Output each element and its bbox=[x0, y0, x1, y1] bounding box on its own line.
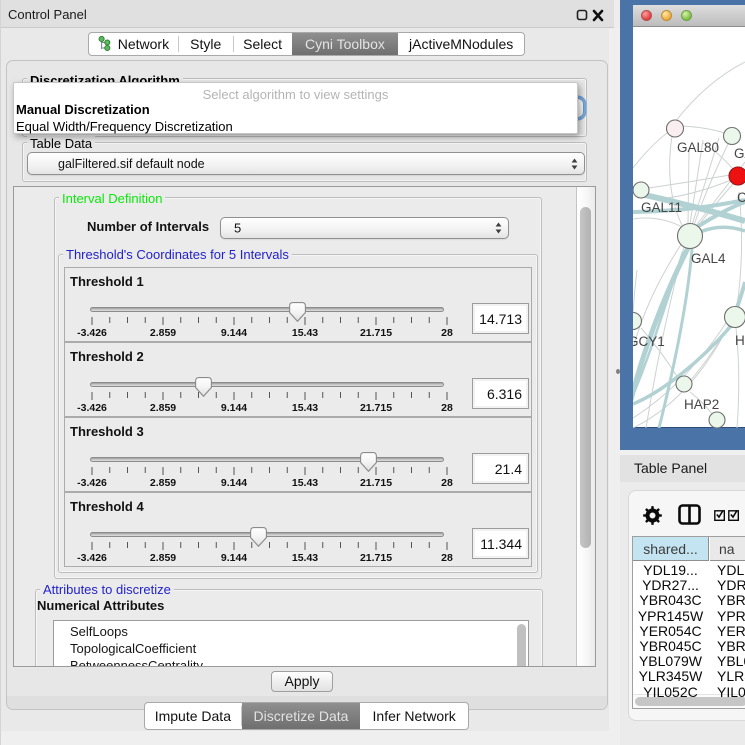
svg-text:15.43: 15.43 bbox=[292, 327, 318, 339]
svg-text:9.144: 9.144 bbox=[221, 552, 247, 564]
svg-text:2.859: 2.859 bbox=[150, 327, 176, 339]
svg-text:21.715: 21.715 bbox=[360, 327, 392, 339]
svg-text:HI: HI bbox=[735, 333, 745, 348]
svg-text:9.144: 9.144 bbox=[221, 477, 247, 489]
svg-text:9.144: 9.144 bbox=[221, 327, 247, 339]
svg-text:CD: CD bbox=[737, 190, 745, 205]
svg-text:GAL4: GAL4 bbox=[691, 251, 726, 266]
svg-text:21.715: 21.715 bbox=[360, 402, 392, 414]
svg-text:-3.426: -3.426 bbox=[77, 402, 107, 414]
svg-text:28: 28 bbox=[441, 477, 453, 489]
svg-text:2.859: 2.859 bbox=[150, 552, 176, 564]
svg-text:28: 28 bbox=[441, 552, 453, 564]
svg-text:9.144: 9.144 bbox=[221, 402, 247, 414]
svg-text:-3.426: -3.426 bbox=[77, 552, 107, 564]
svg-text:GA: GA bbox=[734, 146, 745, 161]
svg-text:15.43: 15.43 bbox=[292, 552, 318, 564]
svg-text:2.859: 2.859 bbox=[150, 477, 176, 489]
svg-text:21.715: 21.715 bbox=[360, 552, 392, 564]
svg-text:15.43: 15.43 bbox=[292, 402, 318, 414]
svg-text:GAL11: GAL11 bbox=[641, 200, 682, 215]
svg-text:HAP2: HAP2 bbox=[684, 397, 719, 412]
svg-text:28: 28 bbox=[441, 402, 453, 414]
svg-text:-3.426: -3.426 bbox=[77, 327, 107, 339]
svg-text:GAL80: GAL80 bbox=[677, 140, 719, 155]
svg-text:-3.426: -3.426 bbox=[77, 477, 107, 489]
svg-text:GCY1: GCY1 bbox=[633, 334, 665, 349]
svg-text:21.715: 21.715 bbox=[360, 477, 392, 489]
svg-text:15.43: 15.43 bbox=[292, 477, 318, 489]
svg-text:28: 28 bbox=[441, 327, 453, 339]
svg-text:2.859: 2.859 bbox=[150, 402, 176, 414]
